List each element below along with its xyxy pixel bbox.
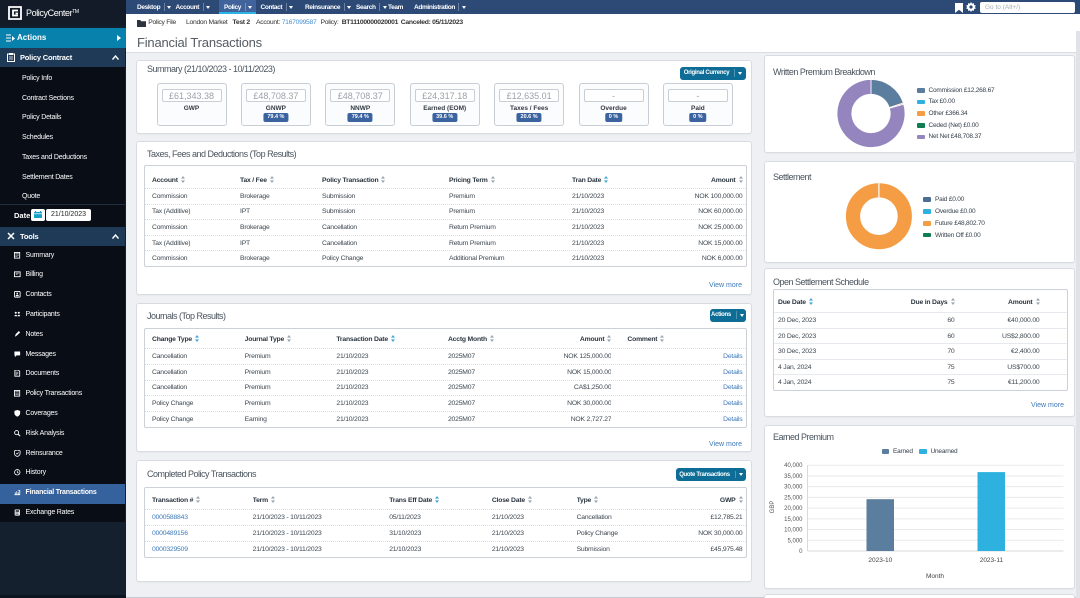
svg-text:35,000: 35,000	[784, 473, 803, 479]
svg-text:2023-11: 2023-11	[979, 557, 1003, 564]
svg-text:0: 0	[799, 549, 803, 555]
svg-text:GBP: GBP	[770, 500, 776, 513]
svg-text:20,000: 20,000	[784, 506, 803, 512]
svg-text:10,000: 10,000	[784, 527, 803, 533]
svg-text:40,000: 40,000	[784, 463, 803, 469]
svg-text:Month: Month	[925, 573, 943, 580]
svg-text:2023-10: 2023-10	[868, 557, 892, 564]
svg-text:30,000: 30,000	[784, 484, 803, 490]
svg-text:25,000: 25,000	[784, 495, 803, 501]
svg-text:15,000: 15,000	[784, 516, 803, 522]
svg-text:5,000: 5,000	[787, 538, 803, 544]
